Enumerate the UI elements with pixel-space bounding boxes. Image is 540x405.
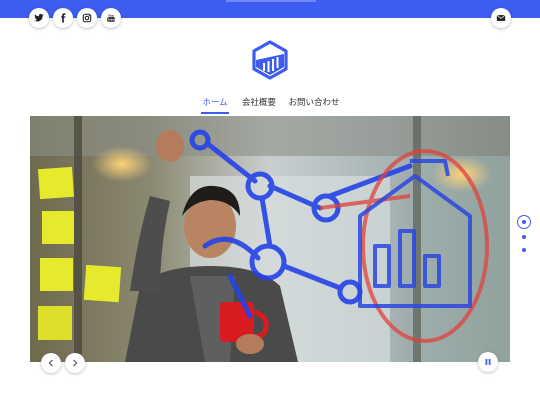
slider-pagination: [517, 215, 531, 259]
nav-item-home[interactable]: ホーム: [201, 96, 229, 114]
pause-icon: [485, 359, 491, 365]
youtube-icon: YouTube: [107, 13, 115, 22]
twitter-button[interactable]: [29, 8, 49, 28]
facebook-icon: [61, 13, 66, 23]
nav-item-contact[interactable]: お問い合わせ: [288, 96, 340, 110]
chart-hexagon-logo[interactable]: [252, 40, 288, 80]
nav-active-underline: [201, 112, 229, 114]
slide-dot-3[interactable]: [522, 248, 526, 252]
instagram-button[interactable]: [77, 8, 97, 28]
chevron-left-icon: [48, 359, 53, 367]
nav-item-label: お問い合わせ: [288, 98, 340, 108]
slider-next-button[interactable]: [65, 353, 85, 373]
mail-button[interactable]: [491, 8, 511, 28]
slide-image: [30, 116, 510, 362]
svg-text:You: You: [107, 13, 114, 17]
youtube-button[interactable]: You Tube: [101, 8, 121, 28]
facebook-button[interactable]: [53, 8, 73, 28]
instagram-icon: [82, 13, 92, 23]
nav-item-label: 会社概要: [241, 98, 276, 108]
slide-dot-1[interactable]: [517, 215, 531, 229]
slider-pause-button[interactable]: [478, 352, 498, 372]
slider-prev-button[interactable]: [41, 353, 61, 373]
chevron-right-icon: [73, 359, 78, 367]
svg-text:Tube: Tube: [107, 18, 114, 22]
nav-item-label: ホーム: [202, 98, 228, 108]
top-bar-highlight: [226, 0, 316, 2]
hero-slider[interactable]: [30, 116, 510, 362]
mail-icon: [496, 14, 506, 21]
twitter-icon: [34, 14, 44, 22]
slide-dot-2[interactable]: [522, 235, 526, 239]
nav-item-company[interactable]: 会社概要: [241, 96, 277, 110]
